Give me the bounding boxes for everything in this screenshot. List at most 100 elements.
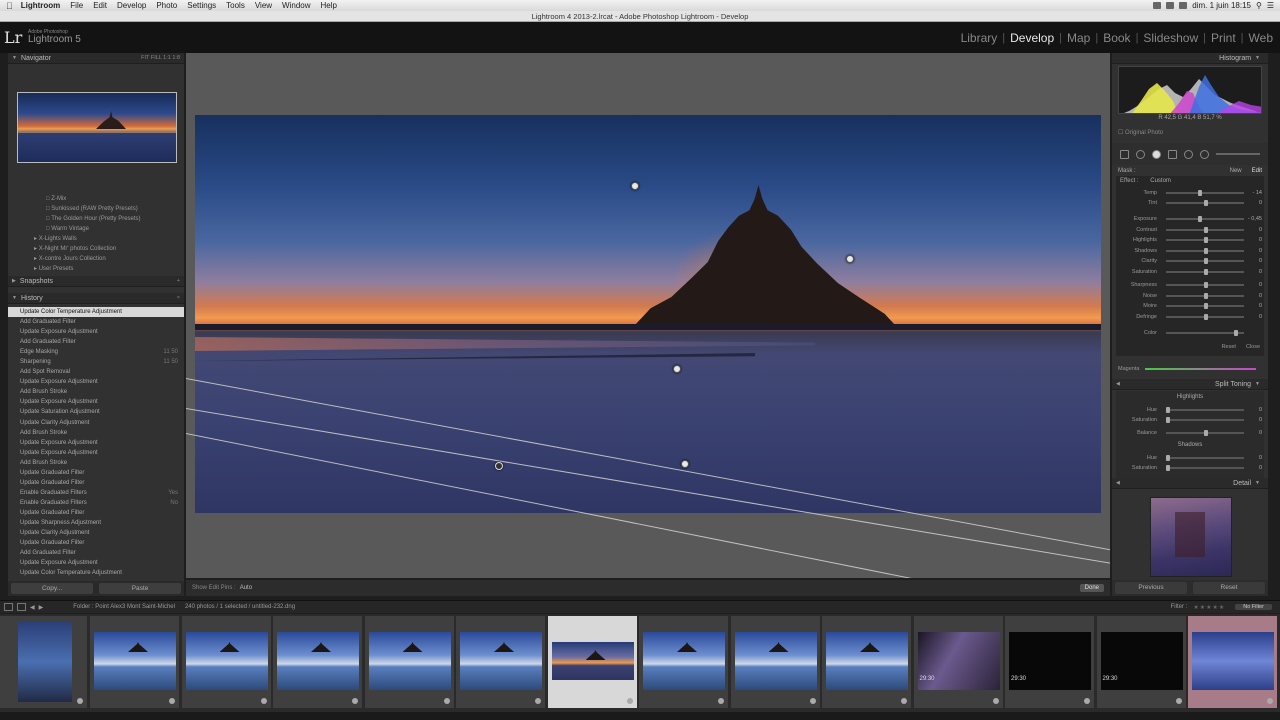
menu-item-settings[interactable]: Settings bbox=[187, 1, 216, 10]
menu-item-develop[interactable]: Develop bbox=[117, 1, 146, 10]
history-item[interactable]: Update Sharpness Adjustment bbox=[8, 518, 184, 528]
red-eye-icon[interactable] bbox=[1152, 149, 1161, 159]
menu-app[interactable]: Lightroom bbox=[21, 1, 61, 10]
history-item[interactable]: Update Graduated Filter bbox=[8, 468, 184, 478]
edit-pin[interactable] bbox=[846, 255, 854, 263]
history-item[interactable]: Enable Graduated Filters No bbox=[8, 498, 184, 508]
module-slideshow[interactable]: Slideshow bbox=[1138, 31, 1203, 45]
paste-button[interactable]: Paste bbox=[99, 583, 181, 594]
slider-knob[interactable] bbox=[1204, 282, 1208, 288]
module-print[interactable]: Print bbox=[1206, 31, 1241, 45]
history-item[interactable]: Update Exposure Adjustment bbox=[8, 377, 184, 387]
copy-button[interactable]: Copy... bbox=[11, 583, 93, 594]
module-book[interactable]: Book bbox=[1098, 31, 1135, 45]
navigator-zoom-options[interactable]: FIT FILL 1:1 1:8 bbox=[141, 55, 180, 61]
slider-knob[interactable] bbox=[1204, 303, 1208, 309]
add-snapshot-icon[interactable]: + bbox=[177, 278, 180, 284]
histogram-header[interactable]: Histogram ▼ bbox=[1112, 53, 1268, 64]
menu-item-edit[interactable]: Edit bbox=[93, 1, 107, 10]
filmstrip-source[interactable]: Folder : Point Alex3 Mont Saint-Michel bbox=[73, 604, 175, 610]
slider-knob[interactable] bbox=[1204, 200, 1208, 206]
volume-icon[interactable] bbox=[1166, 2, 1175, 9]
filmstrip-thumbnail[interactable] bbox=[547, 616, 638, 708]
bottom-panel-toggle[interactable] bbox=[0, 712, 1280, 720]
slider-knob[interactable] bbox=[1166, 465, 1170, 471]
history-header[interactable]: ▼ History × bbox=[8, 293, 184, 304]
grid-icon[interactable] bbox=[17, 603, 26, 611]
history-item[interactable]: Add Brush Stroke bbox=[8, 387, 184, 397]
history-item[interactable]: Enable Graduated Filters Yes bbox=[8, 488, 184, 498]
history-item[interactable]: Add Graduated Filter bbox=[8, 548, 184, 558]
adjustment-brush-icon[interactable] bbox=[1200, 149, 1209, 159]
effect-selector[interactable]: Effect : Custom bbox=[1120, 178, 1171, 184]
module-develop[interactable]: Develop bbox=[1005, 31, 1059, 45]
filmstrip-thumbnail[interactable] bbox=[1188, 616, 1278, 708]
filter-close-button[interactable]: Close bbox=[1246, 344, 1260, 350]
history-item[interactable]: Update Graduated Filter bbox=[8, 538, 184, 548]
preset-item[interactable]: ▸ X-Night Mr' photos Collection bbox=[8, 244, 184, 254]
filmstrip-thumbnail[interactable] bbox=[90, 616, 180, 708]
history-item[interactable]: Update Exposure Adjustment bbox=[8, 327, 184, 337]
history-item[interactable]: Update Saturation Adjustment bbox=[8, 407, 184, 417]
history-item[interactable]: Edge Masking 11 50 bbox=[8, 347, 184, 357]
history-item[interactable]: Update Graduated Filter bbox=[8, 478, 184, 488]
history-item[interactable]: Update Exposure Adjustment bbox=[8, 438, 184, 448]
slider-knob[interactable] bbox=[1197, 216, 1202, 222]
slider-knob[interactable] bbox=[1204, 313, 1208, 320]
original-photo-checkbox[interactable]: ☐ Original Photo bbox=[1118, 129, 1163, 136]
secondary-window-icon[interactable] bbox=[4, 603, 13, 611]
back-arrow-icon[interactable]: ◀ bbox=[30, 604, 35, 611]
detail-preview[interactable] bbox=[1150, 497, 1232, 577]
filter-reset-button[interactable]: Reset bbox=[1222, 344, 1236, 350]
preset-item[interactable]: □ The Golden Hour (Pretty Presets) bbox=[8, 214, 184, 224]
preset-item[interactable]: □ Z-Mix bbox=[8, 194, 184, 204]
history-item[interactable]: Add Brush Stroke bbox=[8, 428, 184, 438]
search-icon[interactable]: ⚲ bbox=[1256, 1, 1262, 10]
filmstrip-thumbnail[interactable] bbox=[364, 616, 455, 708]
radial-filter-icon[interactable] bbox=[1184, 149, 1193, 159]
rating-filter-stars[interactable]: ★★★★★ bbox=[1193, 604, 1225, 611]
clock[interactable]: dim. 1 juin 18:15 bbox=[1192, 1, 1251, 10]
magenta-slider[interactable] bbox=[1145, 368, 1256, 370]
history-item[interactable]: Add Brush Stroke bbox=[8, 458, 184, 468]
preset-item[interactable]: ▸ X-Lights Walls bbox=[8, 234, 184, 244]
crop-tool-icon[interactable] bbox=[1120, 149, 1129, 159]
menu-item-file[interactable]: File bbox=[70, 1, 83, 10]
history-item[interactable]: Update Clarity Adjustment bbox=[8, 418, 184, 428]
history-item[interactable]: Update Exposure Adjustment bbox=[8, 448, 184, 458]
slider-knob[interactable] bbox=[1234, 330, 1239, 336]
filmstrip-thumbnail[interactable]: 29:30 bbox=[1005, 616, 1095, 708]
history-item[interactable]: Add Spot Removal bbox=[8, 367, 184, 377]
slider-track[interactable] bbox=[1166, 457, 1244, 459]
mask-new-button[interactable]: New bbox=[1230, 168, 1242, 174]
history-item[interactable]: Update Color Temperature Adjustment bbox=[8, 568, 184, 578]
show-edit-pins-select[interactable]: Auto bbox=[240, 585, 252, 591]
menu-item-help[interactable]: Help bbox=[321, 1, 337, 10]
filmstrip-thumbnail[interactable] bbox=[273, 616, 363, 708]
history-item[interactable]: Add Graduated Filter bbox=[8, 317, 184, 327]
loupe-view[interactable] bbox=[186, 53, 1110, 578]
filmstrip-thumbnail[interactable]: 29:30 bbox=[913, 616, 1004, 708]
slider-track[interactable] bbox=[1166, 467, 1244, 469]
filmstrip-thumbnail[interactable] bbox=[822, 616, 912, 708]
filmstrip-thumbnail[interactable]: 29:30 bbox=[1096, 616, 1187, 708]
preset-item[interactable]: □ Warm Vintage bbox=[8, 224, 184, 234]
module-web[interactable]: Web bbox=[1244, 31, 1278, 45]
graduated-filter-icon[interactable] bbox=[1168, 149, 1177, 159]
filmstrip-thumbnail[interactable] bbox=[639, 616, 729, 708]
slider-knob[interactable] bbox=[1166, 455, 1170, 461]
slider-track[interactable] bbox=[1166, 419, 1244, 421]
preset-item[interactable]: □ Sunkissed (RAW Pretty Presets) bbox=[8, 204, 184, 214]
navigator-header[interactable]: ▼ Navigator FIT FILL 1:1 1:8 bbox=[8, 53, 184, 64]
done-button[interactable]: Done bbox=[1079, 584, 1104, 592]
slider-knob[interactable] bbox=[1204, 226, 1208, 233]
menu-item-tools[interactable]: Tools bbox=[226, 1, 245, 10]
snapshots-header[interactable]: ▶ Snapshots + bbox=[8, 276, 184, 287]
tool-slider[interactable] bbox=[1216, 153, 1260, 155]
filmstrip-thumbnail[interactable] bbox=[0, 616, 88, 708]
edit-pin[interactable] bbox=[631, 182, 639, 190]
split-toning-header[interactable]: ◀ Split Toning ▼ bbox=[1112, 379, 1268, 390]
edit-pin[interactable] bbox=[681, 460, 689, 468]
filter-select[interactable]: No Filter bbox=[1235, 604, 1272, 610]
slider-track[interactable] bbox=[1166, 332, 1244, 334]
